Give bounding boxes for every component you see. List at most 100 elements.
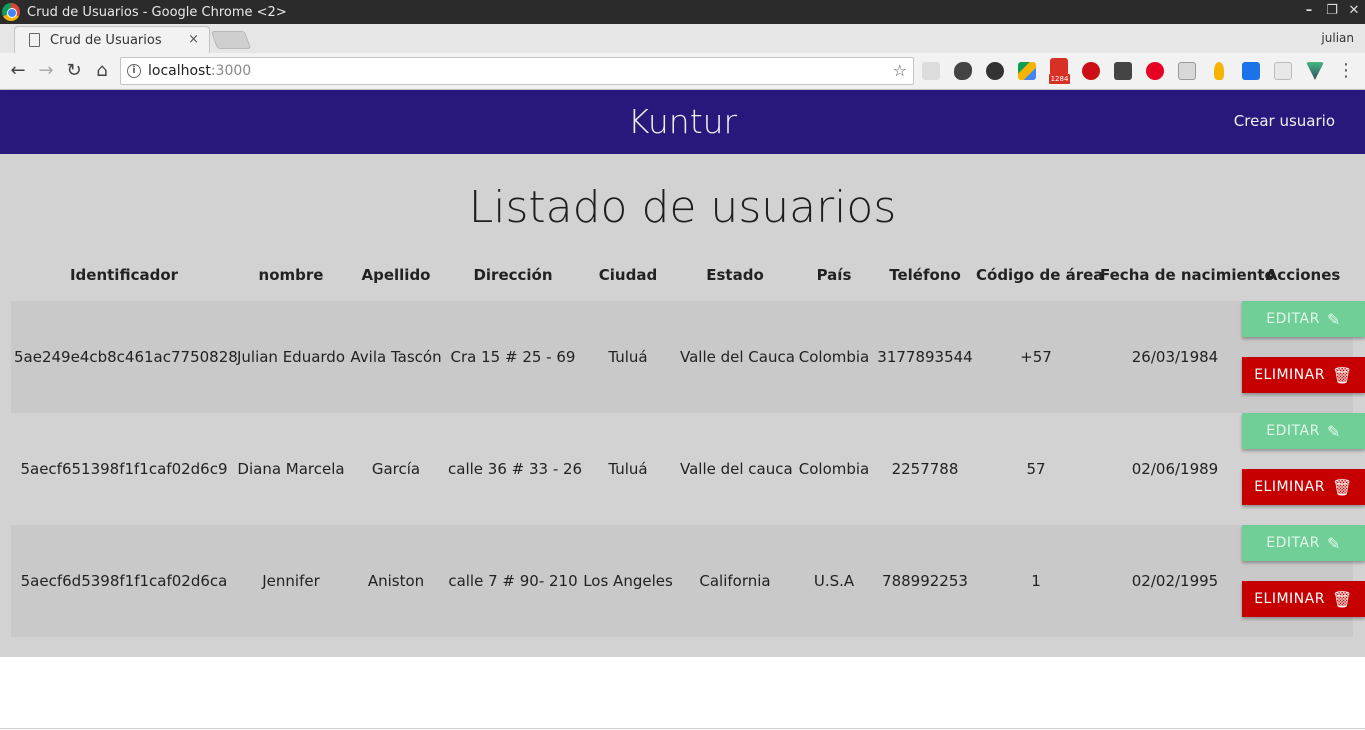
- forward-icon[interactable]: →: [34, 59, 58, 83]
- reload-icon[interactable]: ↻: [62, 59, 86, 83]
- address-port: :3000: [210, 63, 252, 79]
- cell-telefono: 788992253: [882, 572, 968, 590]
- cell-fecha-nacimiento: 02/02/1995: [1131, 572, 1219, 590]
- cell-telefono: 3177893544: [877, 348, 973, 366]
- tab-strip: Crud de Usuarios × julian: [0, 24, 1365, 53]
- cell-ciudad: Tuluá: [608, 348, 648, 366]
- info-icon[interactable]: i: [127, 64, 141, 78]
- home-icon[interactable]: ⌂: [90, 59, 114, 83]
- cell-direccion: calle 7 # 90- 210: [448, 572, 578, 590]
- cell-pais: Colombia: [798, 460, 870, 478]
- cell-apellido: García: [371, 460, 421, 478]
- address-bar[interactable]: i localhost:3000 ☆: [120, 57, 914, 85]
- cell-ciudad: Los Angeles: [583, 572, 673, 590]
- google-drive-icon[interactable]: [1018, 62, 1036, 80]
- cell-nombre: Julian Eduardo: [236, 348, 346, 366]
- cell-codigo-area: 57: [1026, 460, 1046, 478]
- pencil-icon: ✎: [1326, 533, 1341, 553]
- profile-name[interactable]: julian: [1321, 31, 1354, 45]
- header-telefono: Teléfono: [889, 266, 961, 284]
- trash-icon: 🗑: [1331, 477, 1353, 497]
- chrome-menu-icon[interactable]: ⋮: [1337, 61, 1355, 81]
- cell-direccion: calle 36 # 33 - 26: [448, 460, 583, 478]
- header-identificador: Identificador: [69, 266, 179, 284]
- header-codigo-area: Código de área: [976, 266, 1104, 284]
- browser-toolbar: ← → ↻ ⌂ i localhost:3000 ☆ ⋮: [0, 53, 1365, 90]
- cell-nombre: Jennifer: [262, 572, 320, 590]
- cell-fecha-nacimiento: 26/03/1984: [1131, 348, 1219, 366]
- trash-icon: 🗑: [1331, 365, 1353, 385]
- delete-label: ELIMINAR: [1254, 479, 1325, 495]
- cell-ciudad: Tuluá: [608, 460, 648, 478]
- header-direccion: Dirección: [473, 266, 553, 284]
- edit-button[interactable]: EDITAR ✎: [1242, 525, 1365, 561]
- mail-extension-icon[interactable]: [1242, 62, 1260, 80]
- restore-button[interactable]: ❐: [1321, 0, 1343, 24]
- delete-button[interactable]: ELIMINAR 🗑: [1242, 581, 1365, 617]
- edit-label: EDITAR: [1266, 423, 1320, 439]
- edit-button[interactable]: EDITAR ✎: [1242, 413, 1365, 449]
- cell-direccion: Cra 15 # 25 - 69: [450, 348, 576, 366]
- page-icon: [29, 33, 40, 47]
- keep-bulb-icon[interactable]: [1214, 62, 1224, 80]
- cell-pais: Colombia: [798, 348, 870, 366]
- header-apellido: Apellido: [361, 266, 431, 284]
- edit-label: EDITAR: [1266, 535, 1320, 551]
- edit-label: EDITAR: [1266, 311, 1320, 327]
- page-title: Listado de usuarios: [468, 182, 897, 233]
- pencil-icon: ✎: [1326, 421, 1341, 441]
- keeper-icon[interactable]: [1114, 62, 1132, 80]
- cell-identificador: 5aecf6d5398f1f1caf02d6ca: [20, 572, 228, 590]
- trash-icon: 🗑: [1331, 589, 1353, 609]
- chrome-logo-icon: [2, 3, 20, 21]
- pinterest-icon[interactable]: [1146, 62, 1164, 80]
- header-pais: País: [816, 266, 852, 284]
- pencil-icon: ✎: [1326, 309, 1341, 329]
- table-row: 5aecf651398f1f1caf02d6c9 Diana Marcela G…: [11, 413, 1353, 525]
- delete-button[interactable]: ELIMINAR 🗑: [1242, 469, 1365, 505]
- close-window-button[interactable]: ✕: [1343, 0, 1365, 24]
- delete-button[interactable]: ELIMINAR 🗑: [1242, 357, 1365, 393]
- close-tab-icon[interactable]: ×: [188, 32, 199, 47]
- vue-devtools-icon[interactable]: [1306, 62, 1324, 80]
- opera-icon[interactable]: [1082, 62, 1100, 80]
- cell-codigo-area: +57: [1020, 348, 1052, 366]
- grid-extension-icon[interactable]: [1274, 62, 1292, 80]
- header-estado: Estado: [706, 266, 764, 284]
- cell-apellido: Aniston: [367, 572, 425, 590]
- header-fecha-nacimiento: Fecha de nacimiento: [1100, 266, 1275, 284]
- app-navbar: Kuntur Crear usuario: [0, 90, 1365, 154]
- table-row: 5aecf6d5398f1f1caf02d6ca Jennifer Anisto…: [11, 525, 1353, 637]
- cell-estado: Valle del cauca: [680, 460, 793, 478]
- delete-label: ELIMINAR: [1254, 367, 1325, 383]
- cell-identificador: 5ae249e4cb8c461ac7750828: [14, 348, 238, 366]
- header-acciones: Acciones: [1265, 266, 1341, 284]
- brand-title[interactable]: Kuntur: [0, 102, 1365, 141]
- delete-label: ELIMINAR: [1254, 591, 1325, 607]
- bookmark-star-icon[interactable]: ☆: [893, 61, 907, 80]
- cell-nombre: Diana Marcela: [237, 460, 345, 478]
- new-tab-button[interactable]: [210, 31, 252, 49]
- sync-extension-icon[interactable]: [986, 62, 1004, 80]
- tab-crud-de-usuarios[interactable]: Crud de Usuarios ×: [14, 26, 210, 53]
- main-content: Listado de usuarios Identificador nombre…: [0, 154, 1365, 657]
- cell-telefono: 2257788: [891, 460, 959, 478]
- cube-extension-icon[interactable]: [1178, 62, 1196, 80]
- header-nombre: nombre: [258, 266, 324, 284]
- cell-identificador: 5aecf651398f1f1caf02d6c9: [20, 460, 228, 478]
- page-bottom-divider: [0, 728, 1365, 729]
- evernote-icon[interactable]: [954, 62, 972, 80]
- cell-pais: U.S.A: [813, 572, 855, 590]
- table-row: 5ae249e4cb8c461ac7750828 Julian Eduardo …: [11, 301, 1353, 413]
- header-ciudad: Ciudad: [598, 266, 658, 284]
- extension-icon[interactable]: [922, 62, 940, 80]
- minimize-button[interactable]: –: [1298, 0, 1320, 24]
- create-user-link[interactable]: Crear usuario: [1234, 112, 1335, 130]
- edit-button[interactable]: EDITAR ✎: [1242, 301, 1365, 337]
- back-icon[interactable]: ←: [6, 59, 30, 83]
- address-host: localhost: [148, 63, 211, 79]
- cell-estado: Valle del Cauca: [680, 348, 795, 366]
- window-title: Crud de Usuarios - Google Chrome <2>: [27, 4, 287, 20]
- cell-apellido: Avila Tascón: [350, 348, 442, 366]
- gmail-badge: 1284: [1049, 74, 1070, 84]
